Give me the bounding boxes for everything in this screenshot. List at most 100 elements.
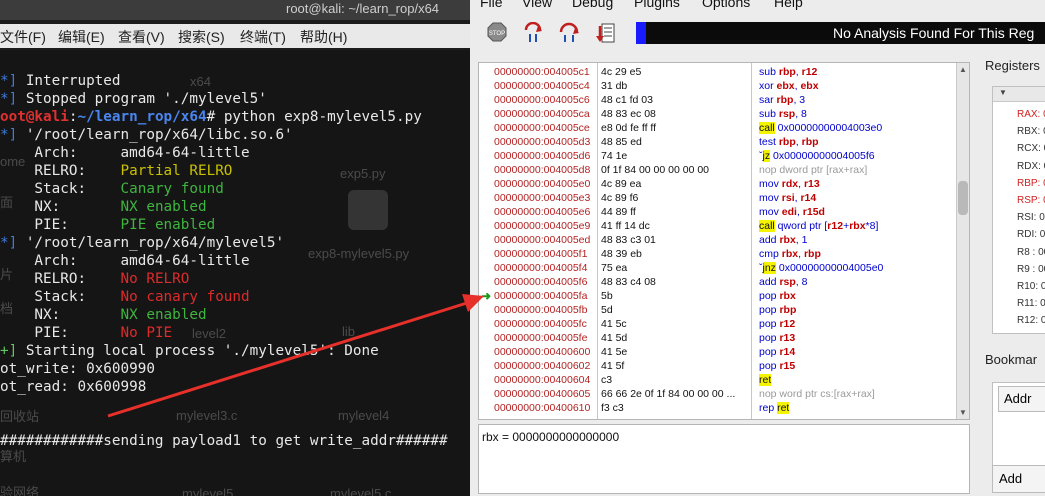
disasm-row[interactable]: 00000000:004005c6 48 c1 fd 03 sar rbp, 3 (479, 93, 957, 107)
disassembly-view[interactable]: ➜ 00000000:004005c1 4c 29 e5 sub rbp, r12 0… (478, 62, 970, 420)
registers-label: Registers (985, 58, 1040, 73)
disasm-instruction: pop rbx (759, 289, 796, 303)
disasm-token: r13 (803, 178, 820, 190)
dbg-menu-plugins[interactable]: Plugins (634, 0, 680, 10)
disasm-bytes: 48 85 ed (601, 136, 642, 148)
register-value[interactable]: R11: 00 (1017, 298, 1045, 309)
terminal-line (0, 396, 9, 414)
disasm-row[interactable]: 00000000:004005f6 48 83 c4 08 add rsp, 8 (479, 275, 957, 289)
menu-terminal[interactable]: 终端(T) (240, 27, 286, 47)
dbg-menu-view[interactable]: View (522, 0, 552, 10)
dbg-menu-debug[interactable]: Debug (572, 0, 613, 10)
stop-icon[interactable]: STOP (486, 22, 508, 44)
disasm-row[interactable]: 00000000:004005fc 41 5c pop r12 (479, 317, 957, 331)
terminal-text: RELRO: (0, 271, 121, 287)
register-value[interactable]: RDI: 00 (1017, 229, 1045, 240)
disasm-row[interactable]: 00000000:004005d8 0f 1f 84 00 00 00 00 00… (479, 163, 957, 177)
expand-icon[interactable]: ▼ (999, 88, 1007, 97)
step-into-icon[interactable] (522, 21, 544, 44)
terminal-text: Stack: (0, 289, 121, 305)
debugger-window[interactable]: File View Debug Plugins Options Help STO… (470, 0, 1045, 496)
disasm-row[interactable]: 00000000:004005e9 41 ff 14 dc call qword p… (479, 219, 957, 233)
disasm-row[interactable]: 00000000:00400605 66 66 2e 0f 1f 84 00 00… (479, 387, 957, 401)
disasm-address: 00000000:004005c4 (494, 80, 590, 92)
step-over-icon[interactable] (558, 22, 580, 44)
terminal-text: *] (0, 91, 18, 107)
terminal-menubar: 文件(F) 编辑(E) 查看(V) 搜索(S) 终端(T) 帮助(H) (0, 24, 470, 48)
disasm-row[interactable]: 00000000:00400610 f3 c3 rep ret (479, 401, 957, 415)
terminal-text: Arch: amd64-64-little (0, 253, 250, 269)
disasm-row[interactable]: 00000000:004005ce e8 0d fe ff ff call 0x00… (479, 121, 957, 135)
menu-help[interactable]: 帮助(H) (300, 27, 347, 47)
bookmark-address-header[interactable]: Addr (998, 386, 1045, 412)
disasm-row[interactable]: 00000000:004005e6 44 89 ff mov edi, r15d (479, 205, 957, 219)
disasm-bytes: 5d (601, 304, 613, 316)
add-bookmark-button[interactable]: Add (992, 465, 1045, 493)
disasm-row[interactable]: 00000000:004005ca 48 83 ec 08 sub rsp, 8 (479, 107, 957, 121)
disasm-row[interactable]: 00000000:004005fe 41 5d pop r13 (479, 331, 957, 345)
disasm-token: 0x00000000004005e0 (775, 262, 884, 274)
register-value[interactable]: RSP: 00 (1017, 195, 1045, 206)
register-value[interactable]: RDX: 00 (1017, 161, 1045, 172)
menu-file[interactable]: 文件(F) (0, 27, 46, 47)
disasm-row[interactable]: 00000000:004005c4 31 db xor ebx, ebx (479, 79, 957, 93)
menu-search[interactable]: 搜索(S) (178, 27, 225, 47)
disasm-token: rep (759, 402, 778, 414)
register-value[interactable]: RSI: 00 (1017, 212, 1045, 223)
register-value[interactable]: RAX: 00 (1017, 109, 1045, 120)
disasm-token: ret (777, 402, 790, 414)
disasm-bytes: 4c 29 e5 (601, 66, 642, 78)
disasm-bytes: 0f 1f 84 00 00 00 00 00 (601, 164, 710, 176)
disasm-address: 00000000:004005ce (494, 122, 590, 134)
disasm-row[interactable]: 00000000:004005e3 4c 89 f6 mov rsi, r14 (479, 191, 957, 205)
disasm-address: 00000000:00400605 (494, 388, 591, 400)
scroll-up-icon[interactable]: ▲ (959, 65, 967, 74)
ghost-file-mylevel5: mylevel5 (182, 486, 234, 496)
disassembly-scrollbar[interactable]: ▲ ▼ (956, 63, 969, 419)
register-value[interactable]: R13: 00 (1017, 333, 1045, 334)
disasm-token: pop (759, 346, 780, 358)
disasm-token: mov (759, 206, 782, 218)
register-value[interactable]: RBX: 00 (1017, 126, 1045, 137)
terminal-window[interactable]: root@kali: ~/learn_rop/x64 文件(F) 编辑(E) 查… (0, 0, 470, 496)
disasm-row[interactable]: 00000000:00400604 c3 ret (479, 373, 957, 387)
ghost-file-level2: level2 (192, 326, 226, 341)
register-value[interactable]: RCX: 00 (1017, 143, 1045, 154)
disasm-token: rbp (778, 66, 796, 78)
disasm-token: rbx (781, 248, 799, 260)
disasm-instruction: add rbx, 1 (759, 233, 807, 247)
menu-edit[interactable]: 编辑(E) (58, 27, 105, 47)
scroll-down-icon[interactable]: ▼ (959, 408, 967, 417)
register-value[interactable]: R8 : 00 (1017, 247, 1045, 258)
disasm-row[interactable]: 00000000:004005f4 75 ea ˇjnz 0x00000000004… (479, 261, 957, 275)
terminal-output[interactable]: exp5.py exp8-mylevel5.py level2 lib myle… (0, 50, 470, 496)
run-icon[interactable] (594, 22, 616, 44)
disasm-row[interactable]: 00000000:004005e0 4c 89 ea mov rdx, r13 (479, 177, 957, 191)
disasm-row[interactable]: 00000000:00400600 41 5e pop r14 (479, 345, 957, 359)
scroll-thumb[interactable] (958, 181, 968, 215)
disasm-address: 00000000:004005ca (494, 108, 590, 120)
dbg-menu-help[interactable]: Help (774, 0, 803, 10)
terminal-line: ############sending payload1 to get writ… (0, 432, 448, 450)
disasm-row[interactable]: 00000000:00400602 41 5f pop r15 (479, 359, 957, 373)
register-value[interactable]: R10: 00 (1017, 281, 1045, 292)
disasm-row[interactable]: 00000000:004005f1 48 39 eb cmp rbx, rbp (479, 247, 957, 261)
disasm-row[interactable]: 00000000:004005ed 48 83 c3 01 add rbx, 1 (479, 233, 957, 247)
dbg-menu-file[interactable]: File (480, 0, 503, 10)
registers-panel[interactable]: ▼ RAX: 00 RBX: 00 RCX: 00 RDX: 00 RBP: 00 RSP… (992, 86, 1045, 334)
disasm-row[interactable]: 00000000:004005fa 5b pop rbx (479, 289, 957, 303)
register-value[interactable]: RBP: 00 (1017, 178, 1045, 189)
disasm-row[interactable]: 00000000:004005d6 74 1e ˇjz 0x000000000040… (479, 149, 957, 163)
disasm-token: r13 (779, 332, 796, 344)
disasm-instruction: mov rdx, r13 (759, 177, 820, 191)
menu-view[interactable]: 查看(V) (118, 27, 165, 47)
disasm-instruction: pop r12 (759, 317, 795, 331)
disasm-row[interactable]: 00000000:004005c1 4c 29 e5 sub rbp, r12 (479, 65, 957, 79)
register-value[interactable]: R9 : 00 (1017, 264, 1045, 275)
disasm-token: call (759, 220, 775, 232)
disasm-row[interactable]: 00000000:004005d3 48 85 ed test rbp, rbp (479, 135, 957, 149)
dbg-menu-options[interactable]: Options (702, 0, 750, 10)
register-value[interactable]: R12: 00 (1017, 315, 1045, 326)
disasm-row[interactable]: 00000000:004005fb 5d pop rbp (479, 303, 957, 317)
python-file-icon (348, 190, 388, 230)
